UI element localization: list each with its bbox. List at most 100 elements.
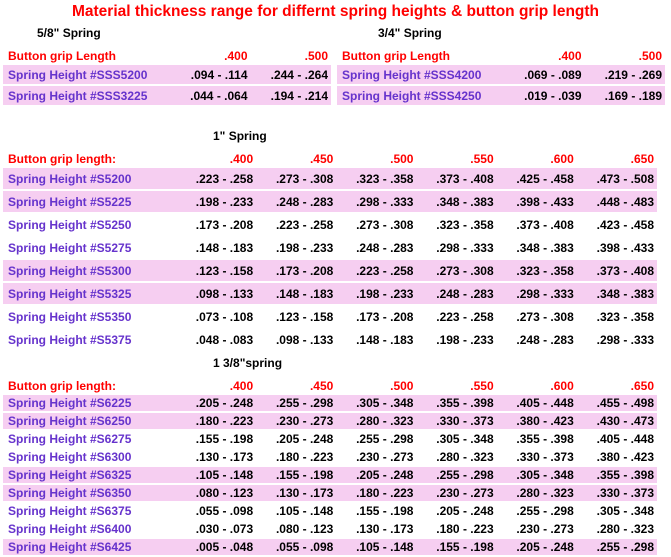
table-row: Spring Height #SSS4200.069 - .089.219 - … bbox=[337, 65, 665, 84]
value-cell: .330 - .373 bbox=[416, 413, 496, 429]
value-cell: .055 - .098 bbox=[176, 503, 256, 519]
value-cell: .248 - .283 bbox=[256, 191, 336, 212]
value-cell: .305 - .348 bbox=[416, 431, 496, 447]
value-cell: .430 - .473 bbox=[577, 413, 657, 429]
header-row: Button grip length:.400.450.500.550.600.… bbox=[3, 379, 657, 393]
value-cell: .105 - .148 bbox=[336, 539, 416, 555]
value-cell: .380 - .423 bbox=[577, 449, 657, 465]
value-cell: .305 - .348 bbox=[497, 467, 577, 483]
value-cell: .298 - .333 bbox=[497, 283, 577, 304]
value-cell: .198 - .233 bbox=[416, 329, 496, 350]
grip-length-value-cell: .400 bbox=[170, 49, 251, 63]
grip-length-value-cell: .500 bbox=[336, 152, 416, 166]
value-cell: .230 - .273 bbox=[416, 485, 496, 501]
value-cell: .198 - .233 bbox=[176, 191, 256, 212]
value-cell: .425 - .458 bbox=[497, 168, 577, 189]
value-cell: .273 - .308 bbox=[416, 260, 496, 281]
table-row: Spring Height #S6400.030 - .073.080 - .1… bbox=[3, 521, 657, 537]
table-row: Spring Height #S6300.130 - .173.180 - .2… bbox=[3, 449, 657, 465]
value-cell: .298 - .333 bbox=[577, 329, 657, 350]
value-cell: .130 - .173 bbox=[256, 485, 336, 501]
value-cell: .105 - .148 bbox=[176, 467, 256, 483]
value-cell: .348 - .383 bbox=[497, 237, 577, 258]
spring-table-1-3-8: Button grip length:.400.450.500.550.600.… bbox=[3, 377, 657, 557]
value-cell: .155 - .198 bbox=[176, 431, 256, 447]
value-cell: .423 - .458 bbox=[577, 214, 657, 235]
value-cell: .094 - .114 bbox=[170, 65, 251, 84]
value-cell: .273 - .308 bbox=[497, 306, 577, 327]
value-cell: .223 - .258 bbox=[416, 306, 496, 327]
value-cell: .244 - .264 bbox=[251, 65, 332, 84]
row-label-cell: Spring Height #S6325 bbox=[3, 467, 176, 483]
table-row: Spring Height #S5200.223 - .258.273 - .3… bbox=[3, 168, 657, 189]
value-cell: .355 - .398 bbox=[577, 467, 657, 483]
value-cell: .048 - .083 bbox=[176, 329, 256, 350]
top-tables-row: 5/8" Spring Button grip Length.400.500 Sp… bbox=[3, 27, 671, 107]
row-label-cell: Spring Height #S5300 bbox=[3, 260, 176, 281]
value-cell: .169 - .189 bbox=[585, 86, 666, 105]
value-cell: .005 - .048 bbox=[176, 539, 256, 555]
value-cell: .198 - .233 bbox=[336, 283, 416, 304]
table-row: Spring Height #S6250.180 - .223.230 - .2… bbox=[3, 413, 657, 429]
table-row: Spring Height #SSS5200.094 - .114.244 - … bbox=[3, 65, 331, 84]
section-3-4-spring: 3/4" Spring Button grip Length.400.500Sp… bbox=[337, 27, 665, 107]
value-cell: .273 - .308 bbox=[256, 168, 336, 189]
value-cell: .230 - .273 bbox=[497, 521, 577, 537]
grip-length-value-cell: .600 bbox=[497, 379, 577, 393]
value-cell: .155 - .198 bbox=[256, 467, 336, 483]
grip-length-value-cell: .600 bbox=[497, 152, 577, 166]
grip-length-value-cell: .400 bbox=[504, 49, 585, 63]
value-cell: .205 - .248 bbox=[497, 539, 577, 555]
value-cell: .255 - .298 bbox=[416, 467, 496, 483]
value-cell: .105 - .148 bbox=[256, 503, 336, 519]
value-cell: .255 - .298 bbox=[336, 431, 416, 447]
grip-length-value-cell: .400 bbox=[176, 379, 256, 393]
header-row: Button grip Length.400.500 bbox=[337, 49, 665, 63]
spring-table-1: Button grip length:.400.450.500.550.600.… bbox=[3, 150, 657, 352]
header-row: Button grip Length.400.500 bbox=[3, 49, 331, 63]
value-cell: .280 - .323 bbox=[577, 521, 657, 537]
row-label-cell: Spring Height #S6300 bbox=[3, 449, 176, 465]
table-row: Spring Height #S6225.205 - .248.255 - .2… bbox=[3, 395, 657, 411]
value-cell: .080 - .123 bbox=[176, 485, 256, 501]
table-row: Spring Height #S5225.198 - .233.248 - .2… bbox=[3, 191, 657, 212]
value-cell: .223 - .258 bbox=[176, 168, 256, 189]
value-cell: .348 - .383 bbox=[577, 283, 657, 304]
grip-length-header-cell: Button grip length: bbox=[3, 379, 176, 393]
value-cell: .355 - .398 bbox=[497, 431, 577, 447]
header-row: Button grip length:.400.450.500.550.600.… bbox=[3, 152, 657, 166]
grip-length-value-cell: .500 bbox=[251, 49, 332, 63]
grip-length-value-cell: .450 bbox=[256, 379, 336, 393]
value-cell: .323 - .358 bbox=[336, 168, 416, 189]
value-cell: .230 - .273 bbox=[336, 449, 416, 465]
table-row: Spring Height #S6275.155 - .198.205 - .2… bbox=[3, 431, 657, 447]
spring-table-3-4: Button grip Length.400.500 Spring Height … bbox=[337, 47, 665, 107]
grip-length-value-cell: .550 bbox=[416, 379, 496, 393]
grip-length-value-cell: .450 bbox=[256, 152, 336, 166]
table-row: Spring Height #S5350.073 - .108.123 - .1… bbox=[3, 306, 657, 327]
value-cell: .373 - .408 bbox=[577, 260, 657, 281]
value-cell: .273 - .308 bbox=[336, 214, 416, 235]
value-cell: .255 - .298 bbox=[256, 395, 336, 411]
value-cell: .298 - .333 bbox=[416, 237, 496, 258]
grip-length-value-cell: .650 bbox=[577, 379, 657, 393]
table-row: Spring Height #S5250.173 - .208.223 - .2… bbox=[3, 214, 657, 235]
value-cell: .305 - .348 bbox=[577, 503, 657, 519]
value-cell: .473 - .508 bbox=[577, 168, 657, 189]
value-cell: .248 - .283 bbox=[416, 283, 496, 304]
value-cell: .098 - .133 bbox=[176, 283, 256, 304]
row-label-cell: Spring Height #S6275 bbox=[3, 431, 176, 447]
value-cell: .205 - .248 bbox=[416, 503, 496, 519]
value-cell: .455 - .498 bbox=[577, 395, 657, 411]
grip-length-value-cell: .550 bbox=[416, 152, 496, 166]
table-row: Spring Height #S5375.048 - .083.098 - .1… bbox=[3, 329, 657, 350]
row-label-cell: Spring Height #S5225 bbox=[3, 191, 176, 212]
value-cell: .398 - .433 bbox=[497, 191, 577, 212]
value-cell: .230 - .273 bbox=[256, 413, 336, 429]
section-caption: 5/8" Spring bbox=[3, 27, 331, 39]
row-label-cell: Spring Height #S6425 bbox=[3, 539, 176, 555]
row-label-cell: Spring Height #S6375 bbox=[3, 503, 176, 519]
value-cell: .148 - .183 bbox=[176, 237, 256, 258]
row-label-cell: Spring Height #S5275 bbox=[3, 237, 176, 258]
row-label-cell: Spring Height #S5375 bbox=[3, 329, 176, 350]
